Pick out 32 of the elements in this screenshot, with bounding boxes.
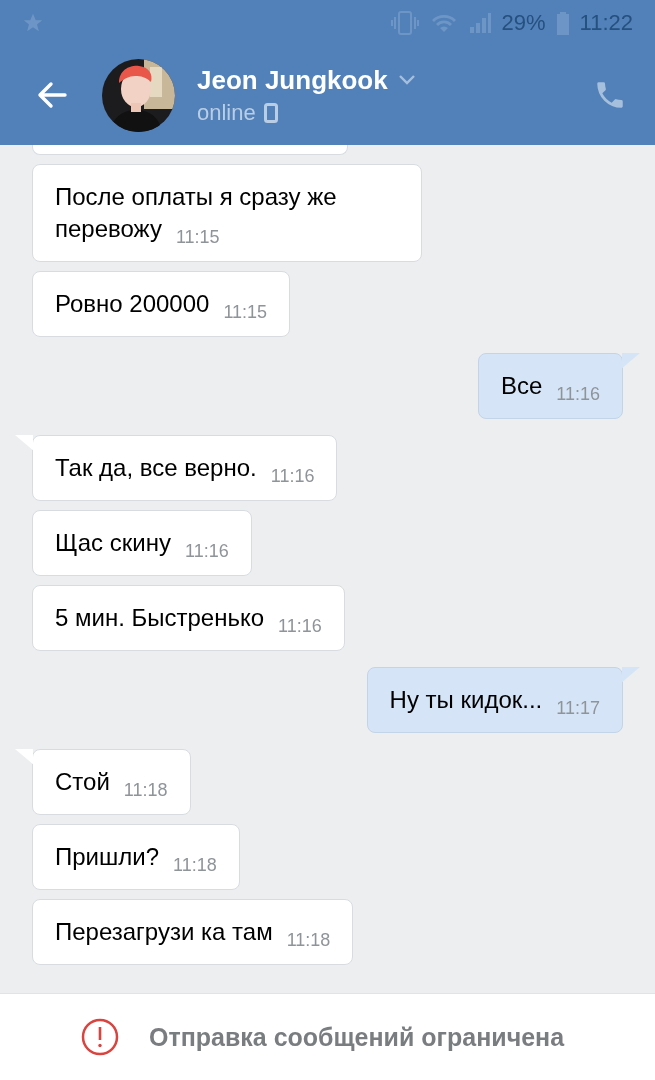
message-time: 11:16: [184, 540, 229, 563]
signal-icon: [467, 10, 492, 35]
bubble-tail: [622, 667, 640, 683]
clock-time: 11:22: [579, 9, 633, 36]
battery-icon: [555, 10, 570, 35]
battery-percent: 29%: [501, 9, 546, 36]
message-time: 11:18: [173, 854, 217, 877]
message-time: 11:17: [556, 697, 600, 720]
warning-icon: [80, 1018, 119, 1056]
message-time: 11:15: [223, 301, 268, 324]
message-time: 11:18: [286, 929, 331, 952]
message-time: 11:16: [270, 465, 315, 488]
vibrate-icon: [389, 9, 420, 36]
incoming-message: Перезагрузи ка там 11:18: [32, 899, 354, 965]
bubble-tail: [15, 749, 33, 765]
restriction-notice: Отправка сообщений ограничена: [148, 1022, 565, 1052]
bubble-tail: [15, 435, 33, 451]
online-status: online: [197, 99, 256, 126]
back-arrow-icon[interactable]: [36, 79, 68, 111]
contact-name[interactable]: Jeon Jungkook: [197, 64, 388, 96]
message-time: 11:16: [278, 615, 322, 638]
incoming-message: Щас скину 11:16: [32, 510, 252, 576]
incoming-message: 5 мин. Быстренько 11:16: [32, 585, 345, 651]
chevron-down-icon[interactable]: [397, 74, 416, 86]
message-time: 11:15: [175, 226, 220, 249]
incoming-message: После оплаты я сразу же перевожу 11:15: [32, 164, 422, 262]
incoming-message: Ровно 200000 11:15: [32, 271, 291, 337]
message-time: 11:18: [123, 779, 168, 802]
phone-icon: [263, 102, 278, 123]
incoming-message: Пришли? 11:18: [32, 824, 240, 890]
message-time: 11:16: [556, 383, 600, 406]
bubble-tail: [622, 353, 640, 369]
